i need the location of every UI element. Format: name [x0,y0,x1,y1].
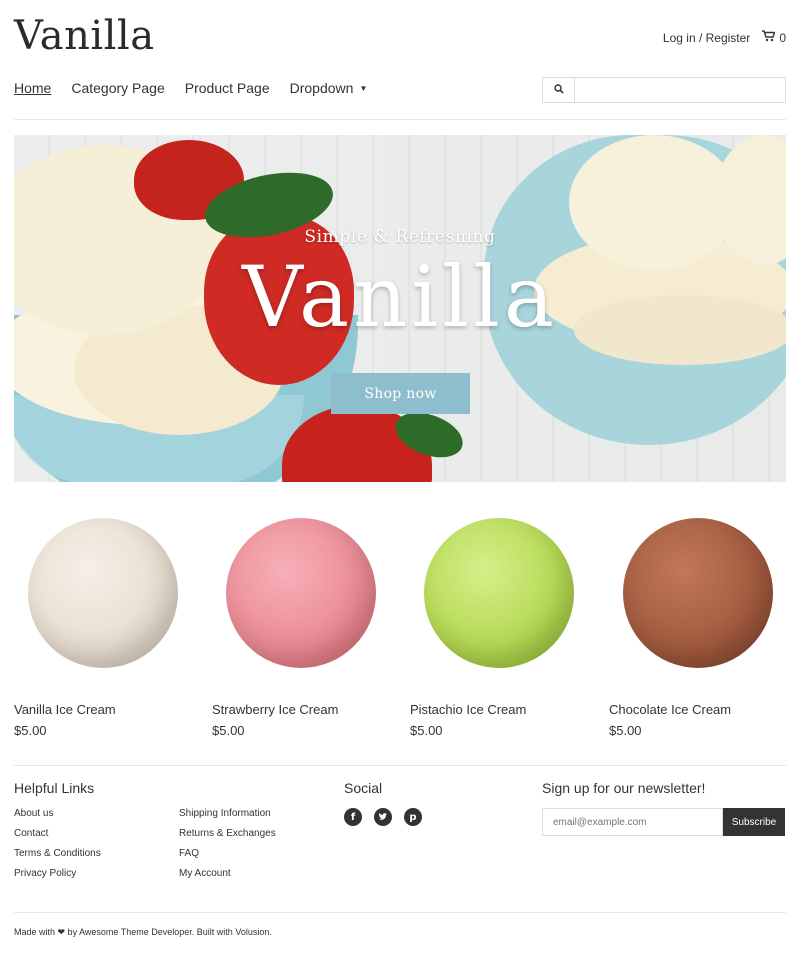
hero-subtitle: Simple & Refreshing [304,227,496,247]
nav-dropdown[interactable]: Dropdown ▼ [290,80,368,96]
twitter-icon[interactable] [374,808,392,826]
product-price: $5.00 [609,723,642,738]
footer-credit: Made with ❤ by Awesome Theme Developer. … [14,927,272,937]
hero-banner: Simple & Refreshing Vanilla Shop now [14,135,786,482]
footer-link-terms[interactable]: Terms & Conditions [14,844,101,864]
subscribe-button[interactable]: Subscribe [723,808,785,836]
product-image[interactable] [226,518,376,668]
product-image[interactable] [28,518,178,668]
nav-category-page[interactable]: Category Page [71,80,164,96]
account-area: Log in / Register 0 [663,30,786,45]
product-price: $5.00 [410,723,443,738]
product-name[interactable]: Strawberry Ice Cream [212,702,402,717]
social-heading: Social [344,780,383,796]
cart-button[interactable]: 0 [762,30,786,45]
caret-down-icon: ▼ [359,83,368,93]
main-nav: Home Category Page Product Page Dropdown… [14,80,367,96]
product-card[interactable]: Strawberry Ice Cream $5.00 [212,518,402,738]
product-card[interactable]: Vanilla Ice Cream $5.00 [14,518,204,738]
product-name[interactable]: Pistachio Ice Cream [410,702,600,717]
footer-link-faq[interactable]: FAQ [179,844,276,864]
header-divider [14,119,786,120]
product-price: $5.00 [212,723,245,738]
footer-link-contact[interactable]: Contact [14,824,101,844]
cart-icon [762,30,776,45]
helpful-links-col2: Shipping Information Returns & Exchanges… [179,804,276,884]
newsletter-email-input[interactable] [542,808,723,836]
footer-divider [14,765,786,766]
shop-now-button[interactable]: Shop now [331,373,470,414]
site-logo[interactable]: Vanilla [14,12,155,60]
credit-divider [14,912,786,913]
footer-link-shipping[interactable]: Shipping Information [179,804,276,824]
product-price: $5.00 [14,723,47,738]
footer-link-about-us[interactable]: About us [14,804,101,824]
nav-dropdown-label: Dropdown [289,80,354,96]
product-image[interactable] [424,518,574,668]
hero-title: Vanilla [242,248,558,346]
nav-product-page[interactable]: Product Page [185,80,270,96]
product-name[interactable]: Chocolate Ice Cream [609,702,799,717]
nav-home[interactable]: Home [14,80,51,96]
facebook-icon[interactable]: f [344,808,362,826]
product-name[interactable]: Vanilla Ice Cream [14,702,204,717]
footer-link-returns[interactable]: Returns & Exchanges [179,824,276,844]
search-icon [553,81,564,99]
newsletter-heading: Sign up for our newsletter! [542,780,706,796]
product-card[interactable]: Chocolate Ice Cream $5.00 [609,518,799,738]
search-bar [542,77,786,103]
helpful-links-heading: Helpful Links [14,780,95,796]
cart-count: 0 [779,30,786,45]
search-input[interactable] [575,78,785,102]
login-register-link[interactable]: Log in / Register [663,31,750,45]
search-button[interactable] [543,78,575,102]
helpful-links-col1: About us Contact Terms & Conditions Priv… [14,804,101,884]
pinterest-icon[interactable]: p [404,808,422,826]
product-card[interactable]: Pistachio Ice Cream $5.00 [410,518,600,738]
footer-link-privacy[interactable]: Privacy Policy [14,864,101,884]
social-links: f p [344,808,422,826]
footer-link-my-account[interactable]: My Account [179,864,276,884]
product-image[interactable] [623,518,773,668]
